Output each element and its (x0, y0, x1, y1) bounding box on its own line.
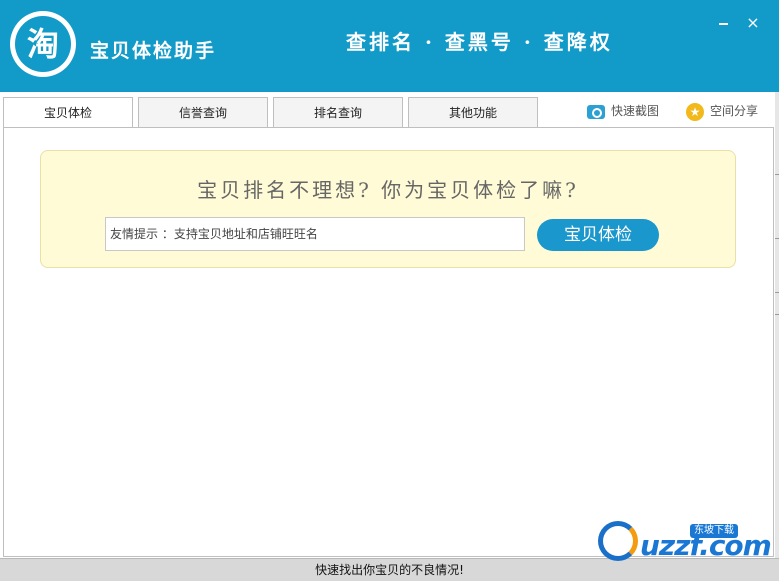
tab-credit-query[interactable]: 信誉查询 (138, 97, 268, 127)
close-button[interactable]: × (744, 14, 762, 32)
inspect-button[interactable]: 宝贝体检 (537, 219, 659, 251)
tab-bar: 宝贝体检 信誉查询 排名查询 其他功能 快速截图 ★ 空间分享 (0, 92, 779, 128)
watermark-text: uzzf.com (640, 529, 772, 562)
taobao-logo-icon: 淘 (15, 16, 71, 72)
window-right-edge (775, 92, 779, 558)
promo-headline: 宝贝排名不理想? 你为宝贝体检了嘛? (197, 178, 579, 202)
app-window: 淘 宝贝体检助手 查排名 · 查黑号 · 查降权 × 宝贝体检 信誉查询 排名查… (0, 0, 779, 581)
inspection-card: 宝贝排名不理想? 你为宝贝体检了嘛? 宝贝体检 (40, 150, 736, 268)
space-share-label: 空间分享 (710, 104, 759, 118)
camera-icon (587, 104, 605, 119)
minimize-button[interactable] (714, 14, 732, 32)
app-logo: 淘 (10, 11, 76, 77)
star-icon: ★ (686, 102, 704, 121)
space-share-button[interactable]: ★ 空间分享 (686, 101, 758, 121)
tab-item-inspection[interactable]: 宝贝体检 (3, 97, 133, 128)
tab-ranking-query[interactable]: 排名查询 (273, 97, 403, 127)
site-watermark: 东坡下载 uzzf.com (598, 519, 773, 569)
header-slogan: 查排名 · 查黑号 · 查降权 (346, 30, 613, 54)
app-title: 宝贝体检助手 (90, 40, 217, 62)
title-bar[interactable]: 淘 宝贝体检助手 查排名 · 查黑号 · 查降权 × (0, 0, 779, 92)
quick-screenshot-label: 快速截图 (611, 104, 660, 118)
quick-screenshot-button[interactable]: 快速截图 (587, 101, 659, 121)
item-search-input[interactable] (105, 217, 525, 251)
watermark-logo-icon (598, 521, 638, 561)
tab-other-functions[interactable]: 其他功能 (408, 97, 538, 127)
